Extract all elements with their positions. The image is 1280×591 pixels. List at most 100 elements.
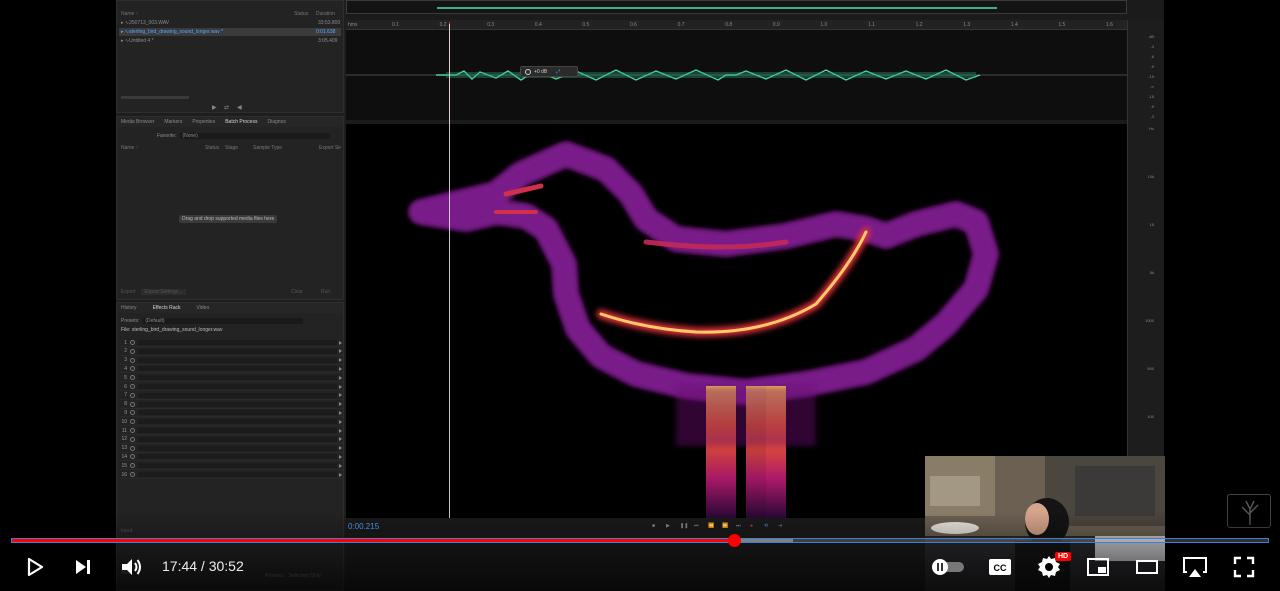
next-button[interactable] [68,548,98,586]
rack-slot[interactable]: 11 [119,427,343,435]
rack-slot[interactable]: 4 [119,365,343,374]
clear-button[interactable]: Clear [291,289,303,295]
power-icon[interactable] [130,392,135,398]
batch-col-name[interactable]: Name ↑ [121,145,138,151]
time-ruler[interactable]: hms 0.1 0.2 0.3 0.4 0.5 0.6 0.7 0.8 0.9 1.0 1.1 1.2… [346,20,1127,30]
chevron-right-icon[interactable] [339,358,342,363]
power-icon[interactable] [130,428,135,433]
power-icon[interactable] [130,472,135,477]
export-checkbox[interactable]: Export [121,289,135,295]
pin-icon[interactable]: ⤢ [556,69,560,75]
rack-slot-effect[interactable] [138,375,337,381]
rack-slot-effect[interactable] [138,366,337,372]
rack-slot-effect[interactable] [138,392,337,398]
tab-properties[interactable]: Properties [192,119,215,125]
chevron-right-icon[interactable] [339,375,342,380]
chevron-right-icon[interactable] [339,349,342,354]
export-settings-button[interactable]: Export Settings... [141,289,186,295]
chevron-right-icon[interactable] [339,454,342,459]
batch-col-stage[interactable]: Stage [225,145,238,151]
power-icon[interactable] [130,375,135,381]
rack-slot[interactable]: 6 [119,383,343,391]
play-icon[interactable]: ▶ [666,523,672,529]
rack-slot-effect[interactable] [138,357,337,363]
tab-effects-rack[interactable]: Effects Rack [153,305,181,311]
chevron-right-icon[interactable] [339,402,342,407]
files-scrollbar[interactable] [121,96,189,99]
rack-slot-effect[interactable] [138,454,337,460]
power-icon[interactable] [130,445,135,451]
record-icon[interactable]: ● [750,523,756,529]
video-player[interactable]: Name ↑ Status Duration ▸ ∿ 250713_003.WA… [0,0,1280,591]
rack-slot-effect[interactable] [138,340,337,345]
rack-slot[interactable]: 10 [119,418,343,427]
files-play-icon[interactable]: ▶ [212,104,217,111]
batch-col-export[interactable]: Export Se [319,145,341,151]
rack-slot[interactable]: 5 [119,374,343,383]
play-button[interactable] [20,548,50,586]
miniplayer-button[interactable] [1083,548,1113,586]
chevron-right-icon[interactable] [339,419,342,424]
power-icon[interactable] [130,463,135,469]
tab-markers[interactable]: Markers [164,119,182,125]
power-icon[interactable] [130,348,135,354]
gain-knob-icon[interactable] [525,68,531,75]
rack-slot-effect[interactable] [138,348,337,354]
rack-slot-effect[interactable] [138,384,337,389]
chevron-right-icon[interactable] [339,340,342,345]
volume-button[interactable] [116,548,146,586]
fullscreen-button[interactable] [1229,548,1259,586]
rack-slot[interactable]: 1 [119,339,343,347]
rack-slot[interactable]: 13 [119,445,343,453]
files-col-name[interactable]: Name ↑ [121,11,138,17]
file-row-selected[interactable]: ▸ ∿ sterling_bird_drawing_sound_longer.w… [119,28,341,36]
level-hud[interactable]: +0 dB ⤢ [520,66,578,77]
overview-navigator[interactable] [346,0,1127,14]
rack-slot[interactable]: 2 [119,348,343,356]
run-button[interactable]: Run [321,289,330,295]
tab-batch-process[interactable]: Batch Process [225,119,257,125]
to-end-icon[interactable]: ⏭ [736,523,742,529]
rewind-icon[interactable]: ⏪ [708,523,714,529]
file-row[interactable]: ▸ ∿ 250713_003.WAV 33:53.800 [121,19,340,27]
rack-slot-effect[interactable] [138,428,337,433]
skip-icon[interactable]: ⇥ [778,523,784,529]
channel-watermark[interactable] [1227,494,1271,528]
files-volume-icon[interactable]: ◀ [237,104,242,111]
batch-col-sample-type[interactable]: Sample Type [253,145,282,151]
power-icon[interactable] [130,410,135,416]
chevron-right-icon[interactable] [339,384,342,389]
chevron-right-icon[interactable] [339,428,342,433]
power-icon[interactable] [130,340,135,345]
theater-mode-button[interactable] [1132,548,1162,586]
chevron-right-icon[interactable] [339,366,342,371]
power-icon[interactable] [130,357,135,363]
batch-col-status[interactable]: Status [205,145,219,151]
fast-forward-icon[interactable]: ⏩ [722,523,728,529]
power-icon[interactable] [130,401,135,407]
rack-slot-effect[interactable] [138,401,337,407]
to-start-icon[interactable]: ⏮ [694,523,700,529]
cast-button[interactable] [1180,548,1210,586]
power-icon[interactable] [130,436,135,442]
rack-slot[interactable]: 9 [119,409,343,418]
rack-slot[interactable]: 12 [119,436,343,444]
chevron-right-icon[interactable] [339,472,342,477]
rack-slot-effect[interactable] [138,419,337,425]
progress-bar[interactable] [11,534,1269,547]
files-col-duration[interactable]: Duration [316,11,335,17]
presets-select[interactable]: (Default) [143,318,304,324]
rack-slot[interactable]: 16 [119,471,343,479]
rack-slot[interactable]: 15 [119,462,343,471]
tab-video[interactable]: Video [197,305,210,311]
autoplay-toggle[interactable] [930,548,966,586]
tab-history[interactable]: History [121,305,137,311]
rack-slot-effect[interactable] [138,472,337,477]
tab-diagnostics[interactable]: Diagnos [267,119,285,125]
file-row[interactable]: ▸ ∿ Untitled 4 * 3:05.409 [121,37,337,45]
favorite-select[interactable]: (None) [180,133,331,139]
rack-slot-effect[interactable] [138,463,337,469]
waveform-view[interactable]: +0 dB ⤢ [346,30,1127,120]
rack-slot[interactable]: 8 [119,401,343,409]
rack-slot-effect[interactable] [138,445,337,451]
